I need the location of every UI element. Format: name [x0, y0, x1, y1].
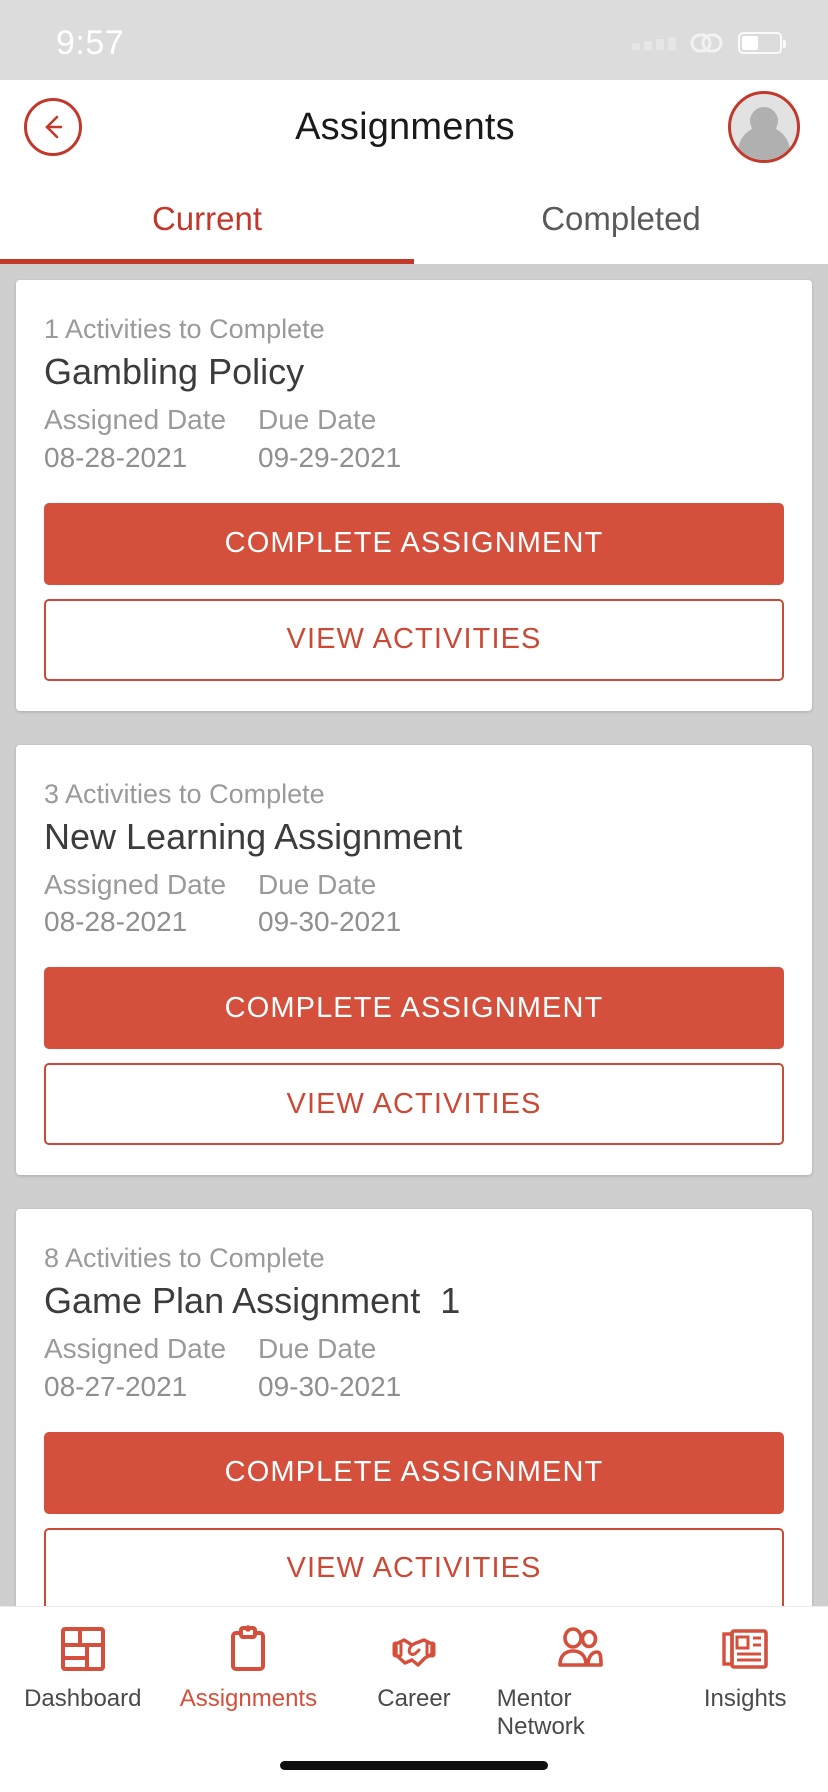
tab-bar: Current Completed: [0, 174, 828, 264]
nav-item-mentor-network[interactable]: Mentor Network: [497, 1623, 663, 1741]
due-date-column: Due Date 09-29-2021: [258, 401, 401, 477]
assignment-list[interactable]: 1 Activities to Complete Gambling Policy…: [0, 264, 828, 1606]
signal-dots-icon: [632, 36, 676, 50]
assigned-date-label: Assigned Date: [44, 868, 227, 900]
back-button[interactable]: [24, 98, 82, 156]
assigned-date-column: Assigned Date 08-28-2021: [44, 401, 258, 477]
newspaper-icon: [719, 1623, 771, 1675]
assignment-card[interactable]: 3 Activities to Complete New Learning As…: [16, 744, 812, 1176]
view-activities-button[interactable]: VIEW ACTIVITIES: [44, 598, 784, 681]
assigned-date-column: Assigned Date 08-27-2021: [44, 1330, 258, 1406]
nav-item-insights[interactable]: Insights: [662, 1623, 828, 1741]
view-activities-button[interactable]: VIEW ACTIVITIES: [44, 1063, 784, 1146]
assigned-date-value: 08-28-2021: [44, 441, 188, 473]
tab-current-label: Current: [151, 200, 263, 237]
complete-assignment-button[interactable]: COMPLETE ASSIGNMENT: [44, 967, 784, 1050]
complete-assignment-button[interactable]: COMPLETE ASSIGNMENT: [44, 502, 784, 585]
nav-item-career[interactable]: Career: [331, 1623, 497, 1741]
people-icon: [554, 1623, 606, 1675]
date-row: Assigned Date 08-27-2021 Due Date 09-30-…: [44, 1330, 784, 1406]
nav-item-dashboard[interactable]: Dashboard: [0, 1623, 166, 1741]
due-date-label: Due Date: [258, 1333, 377, 1365]
due-date-column: Due Date 09-30-2021: [258, 866, 401, 942]
nav-label-career: Career: [377, 1685, 451, 1712]
tab-current[interactable]: Current: [0, 174, 414, 264]
complete-assignment-label: COMPLETE ASSIGNMENT: [224, 527, 604, 560]
assignment-title: New Learning Assignment: [44, 815, 463, 857]
back-arrow-icon: [38, 112, 68, 142]
tab-completed[interactable]: Completed: [414, 174, 828, 264]
activity-count: 3 Activities to Complete: [44, 778, 325, 809]
activity-count: 8 Activities to Complete: [44, 1243, 325, 1274]
assignment-title: Gambling Policy: [44, 351, 305, 392]
due-date-value: 09-29-2021: [258, 441, 402, 473]
view-activities-label: VIEW ACTIVITIES: [286, 623, 542, 656]
complete-assignment-label: COMPLETE ASSIGNMENT: [224, 1456, 604, 1489]
complete-assignment-button[interactable]: COMPLETE ASSIGNMENT: [44, 1431, 784, 1514]
due-date-label: Due Date: [258, 404, 377, 435]
dashboard-grid-icon: [57, 1623, 109, 1675]
due-date-value: 09-30-2021: [258, 906, 402, 938]
assigned-date-value: 08-27-2021: [44, 1370, 188, 1402]
assigned-date-label: Assigned Date: [44, 404, 227, 435]
nav-item-assignments[interactable]: Assignments: [166, 1623, 332, 1741]
due-date-column: Due Date 09-30-2021: [258, 1330, 401, 1406]
link-circles-icon: [690, 30, 724, 56]
date-row: Assigned Date 08-28-2021 Due Date 09-29-…: [44, 401, 784, 477]
app-header: Assignments: [0, 80, 828, 174]
nav-label-dashboard: Dashboard: [24, 1685, 142, 1712]
tab-completed-label: Completed: [541, 200, 701, 237]
complete-assignment-label: COMPLETE ASSIGNMENT: [224, 991, 604, 1024]
due-date-value: 09-30-2021: [258, 1370, 402, 1402]
handshake-icon: [388, 1623, 440, 1675]
status-bar: 9:57: [0, 0, 828, 80]
avatar-person-body: [738, 126, 790, 160]
due-date-label: Due Date: [258, 868, 377, 900]
nav-label-assignments: Assignments: [179, 1685, 318, 1712]
assigned-date-column: Assigned Date 08-28-2021: [44, 866, 258, 942]
assignment-title: Game Plan Assignment 1: [44, 1280, 461, 1322]
view-activities-label: VIEW ACTIVITIES: [286, 1087, 542, 1120]
status-bar-time: 9:57: [56, 23, 125, 62]
assigned-date-label: Assigned Date: [44, 1333, 227, 1365]
nav-label-mentor-network: Mentor Network: [496, 1685, 585, 1740]
date-row: Assigned Date 08-28-2021 Due Date 09-30-…: [44, 866, 784, 942]
page-title: Assignments: [295, 105, 515, 148]
home-indicator: [280, 1761, 548, 1770]
activity-count: 1 Activities to Complete: [44, 314, 325, 344]
assignment-card[interactable]: 8 Activities to Complete Game Plan Assig…: [16, 1209, 812, 1606]
bottom-nav-row: Dashboard Assignments Career Mentor Netw…: [0, 1623, 828, 1741]
assignment-card[interactable]: 1 Activities to Complete Gambling Policy…: [16, 280, 812, 711]
assigned-date-value: 08-28-2021: [44, 906, 188, 938]
avatar[interactable]: [728, 91, 800, 163]
bottom-navigation: Dashboard Assignments Career Mentor Netw…: [0, 1606, 828, 1792]
battery-icon: [738, 32, 786, 54]
view-activities-label: VIEW ACTIVITIES: [286, 1552, 542, 1585]
status-bar-indicators: [632, 30, 786, 56]
clipboard-icon: [222, 1623, 274, 1675]
view-activities-button[interactable]: VIEW ACTIVITIES: [44, 1527, 784, 1606]
nav-label-insights: Insights: [703, 1685, 787, 1712]
